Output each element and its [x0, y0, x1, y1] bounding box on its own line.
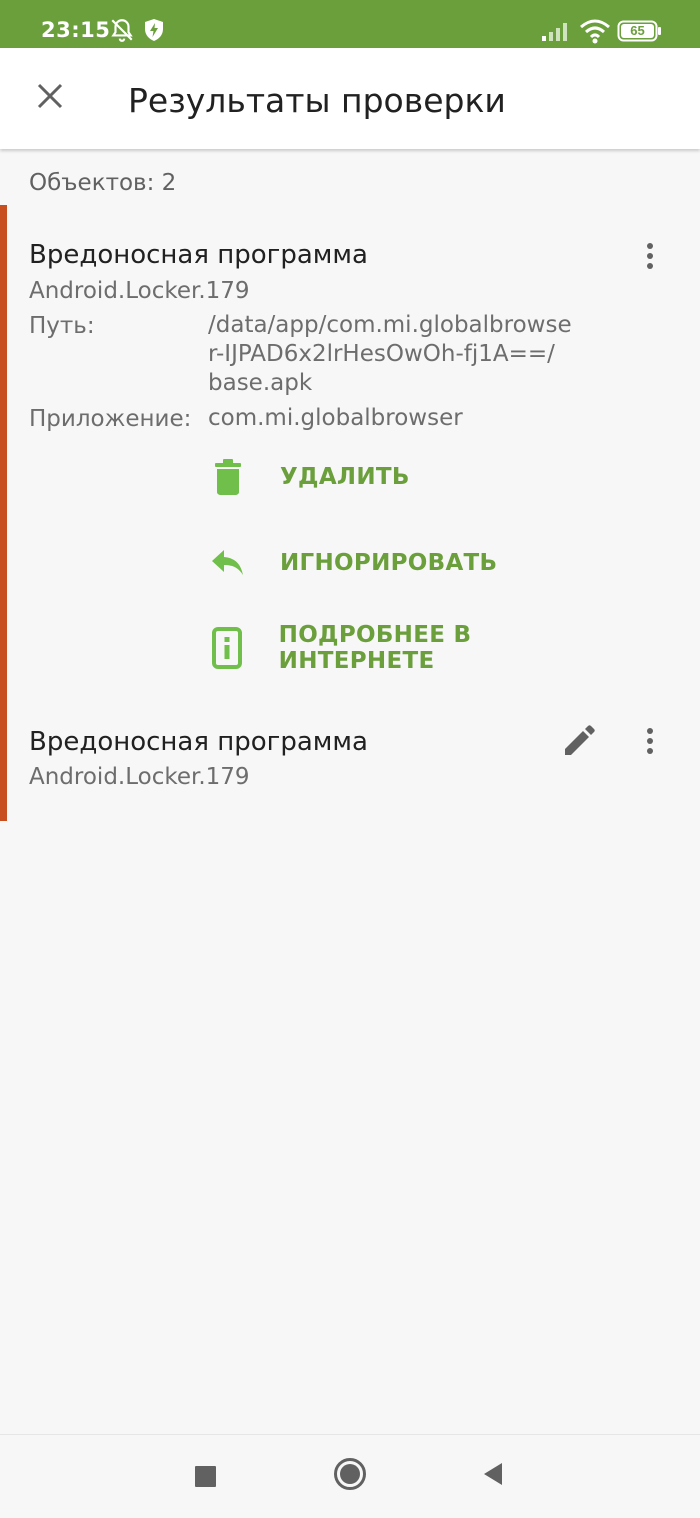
- threat-indicator-bar: [0, 205, 7, 821]
- more-options-button[interactable]: [635, 719, 665, 763]
- wifi-icon: [579, 18, 611, 49]
- home-button[interactable]: [328, 1454, 372, 1498]
- more-vert-icon: [647, 728, 653, 734]
- back-button[interactable]: [472, 1455, 514, 1497]
- more-options-button[interactable]: [635, 234, 665, 278]
- path-line: /data/app/com.mi.globalbrowse: [208, 312, 572, 338]
- info-icon: [205, 625, 250, 671]
- ignore-label: ИГНОРИРОВАТЬ: [280, 550, 498, 576]
- alarm-off-icon: [109, 17, 135, 48]
- back-triangle-icon: [482, 1462, 504, 1491]
- signal-icon: [541, 20, 571, 47]
- more-info-label: ПОДРОБНЕЕ В ИНТЕРНЕТЕ: [278, 622, 472, 674]
- battery-icon: 65: [617, 20, 663, 47]
- battery-level: 65: [630, 23, 645, 38]
- app-bar: Результаты проверки: [0, 48, 700, 149]
- app-label: Приложение:: [29, 406, 192, 432]
- close-button[interactable]: [28, 76, 72, 120]
- close-icon: [36, 82, 64, 115]
- more-vert-icon: [647, 243, 653, 249]
- recents-square-icon: [194, 1465, 216, 1487]
- ignore-button[interactable]: ИГНОРИРОВАТЬ: [205, 533, 625, 593]
- pencil-icon: [562, 724, 596, 763]
- edit-button[interactable]: [558, 722, 600, 764]
- threat-title: Вредоносная программа: [29, 727, 368, 757]
- recents-button[interactable]: [184, 1455, 226, 1497]
- threat-name: Android.Locker.179: [29, 764, 250, 790]
- app-value: com.mi.globalbrowser: [208, 405, 463, 431]
- path-label: Путь:: [29, 313, 95, 339]
- status-time: 23:15: [41, 18, 111, 42]
- objects-count: Объектов: 2: [29, 170, 177, 196]
- home-circle-icon: [333, 1457, 367, 1496]
- threat-name: Android.Locker.179: [29, 278, 250, 304]
- path-line: base.apk: [208, 370, 313, 396]
- delete-button[interactable]: УДАЛИТЬ: [205, 447, 625, 507]
- system-nav-bar: [0, 1434, 700, 1518]
- path-value: /data/app/com.mi.globalbrowse r-IJPAD6x2…: [208, 311, 572, 398]
- trash-icon: [205, 454, 251, 500]
- more-info-button[interactable]: ПОДРОБНЕЕ В ИНТЕРНЕТЕ: [205, 618, 625, 678]
- threat-title: Вредоносная программа: [29, 240, 368, 270]
- status-bar: 23:15 65: [0, 0, 700, 48]
- path-line: r-IJPAD6x2lrHesOwOh-fj1A==/: [208, 341, 555, 367]
- reply-icon: [205, 540, 251, 586]
- delete-label: УДАЛИТЬ: [280, 464, 410, 490]
- page-title: Результаты проверки: [128, 81, 506, 120]
- shield-bolt-icon: [143, 18, 165, 47]
